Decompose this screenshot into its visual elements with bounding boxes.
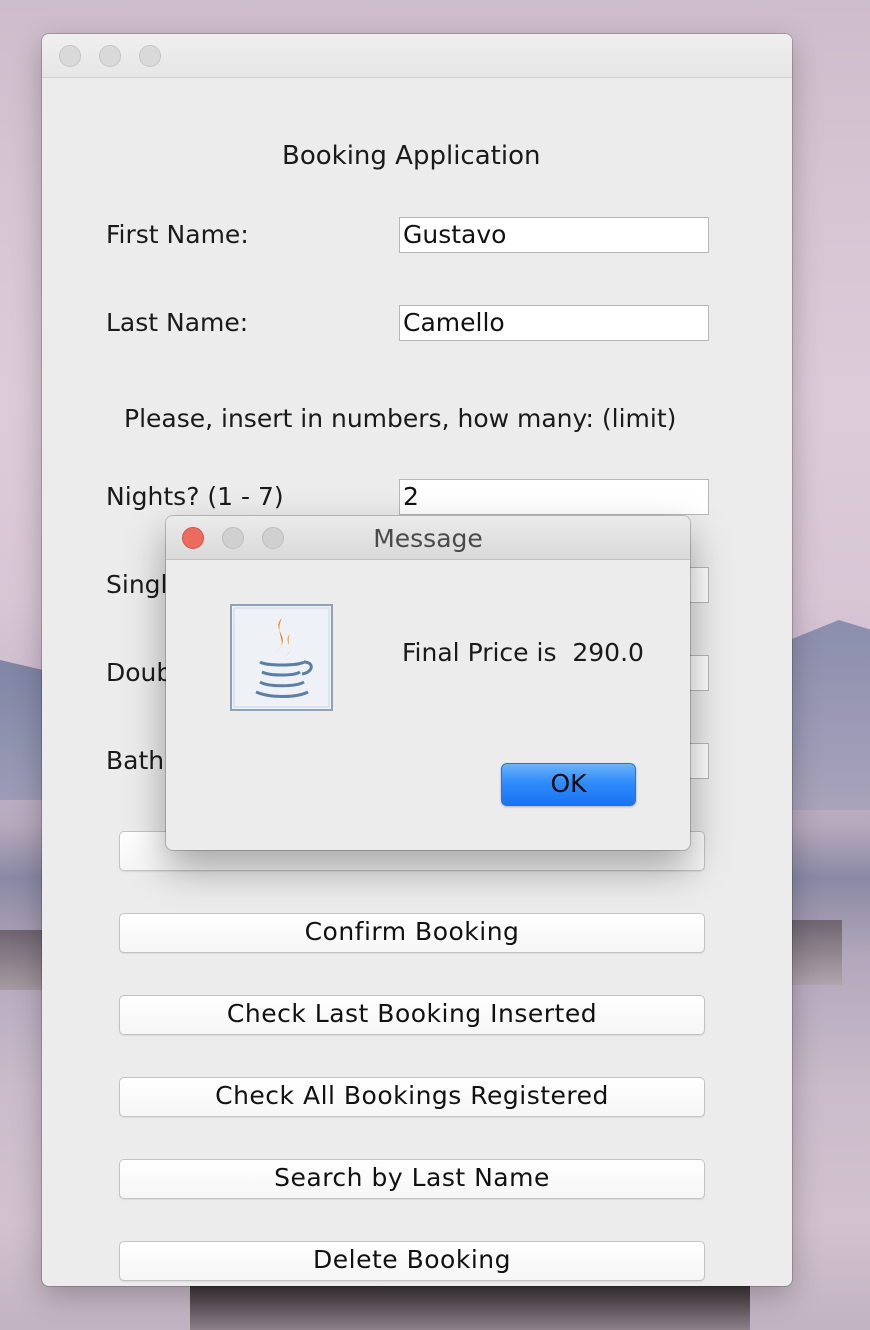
last-name-field[interactable]: Camello xyxy=(399,305,709,341)
background-rocks xyxy=(792,920,842,985)
first-name-label: First Name: xyxy=(106,220,249,249)
singles-label: Singl xyxy=(106,570,168,599)
delete-booking-button[interactable]: Delete Booking xyxy=(119,1241,705,1281)
minimize-button[interactable] xyxy=(99,45,121,67)
confirm-booking-button[interactable]: Confirm Booking xyxy=(119,913,705,953)
dialog-titlebar[interactable]: Message xyxy=(166,516,690,560)
check-all-bookings-button[interactable]: Check All Bookings Registered xyxy=(119,1077,705,1117)
background-mountain xyxy=(792,620,870,810)
page-title: Booking Application xyxy=(282,141,541,171)
message-dialog: Message Final Price is 290.0 OK xyxy=(166,516,690,850)
last-name-label: Last Name: xyxy=(106,308,249,337)
dialog-message: Final Price is 290.0 xyxy=(402,638,644,667)
bathrooms-label: Bathr xyxy=(106,746,175,775)
background-rocks xyxy=(0,930,42,990)
zoom-button[interactable] xyxy=(139,45,161,67)
dialog-title: Message xyxy=(373,524,483,553)
nights-label: Nights? (1 - 7) xyxy=(106,482,284,511)
main-window-titlebar[interactable] xyxy=(42,34,792,78)
ok-button[interactable]: OK xyxy=(501,763,636,806)
search-by-last-name-button[interactable]: Search by Last Name xyxy=(119,1159,705,1199)
background-reflection xyxy=(190,1285,750,1330)
first-name-field[interactable]: Gustavo xyxy=(399,217,709,253)
check-last-booking-button[interactable]: Check Last Booking Inserted xyxy=(119,995,705,1035)
close-button[interactable] xyxy=(59,45,81,67)
nights-field[interactable]: 2 xyxy=(399,479,709,515)
java-coffee-cup-icon xyxy=(230,604,333,711)
doubles-label: Doub xyxy=(106,658,173,687)
instructions-text: Please, insert in numbers, how many: (li… xyxy=(124,404,677,433)
